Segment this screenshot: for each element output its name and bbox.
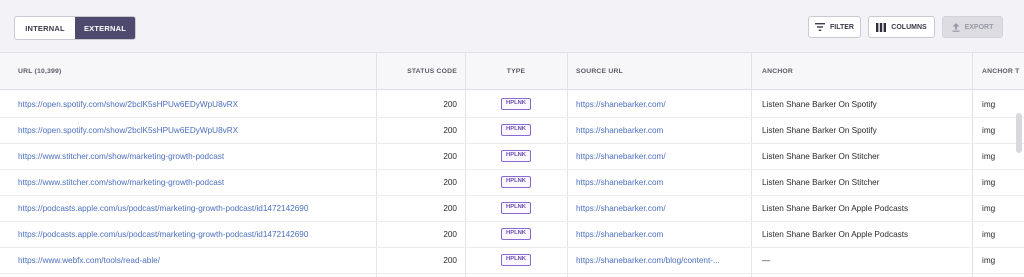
header-source-url[interactable]: SOURCE URL bbox=[567, 53, 751, 89]
anchor-type: img bbox=[982, 229, 996, 239]
columns-button[interactable]: COLUMNS bbox=[868, 16, 935, 38]
link-type-toggle: INTERNAL EXTERNAL bbox=[14, 16, 136, 40]
table-row[interactable]: https://podcasts.apple.com/us/podcast/ma… bbox=[0, 195, 1024, 222]
export-button[interactable]: EXPORT bbox=[942, 16, 1003, 38]
type-badge: HPLNK bbox=[501, 202, 531, 214]
source-url-link[interactable]: https://shanebarker.com bbox=[576, 126, 663, 135]
url-link[interactable]: https://open.spotify.com/show/2bclK5sHPU… bbox=[18, 100, 238, 109]
anchor-type: img bbox=[982, 151, 996, 161]
table-row[interactable]: https://open.spotify.com/show/2bclK5sHPU… bbox=[0, 91, 1024, 118]
vertical-scrollbar[interactable] bbox=[1016, 113, 1022, 153]
anchor-text: Listen Shane Barker On Spotify bbox=[762, 99, 877, 109]
anchor-type: img bbox=[982, 255, 996, 265]
type-badge: HPLNK bbox=[501, 124, 531, 136]
header-anchor-type[interactable]: ANCHOR T bbox=[972, 53, 1024, 89]
type-badge: HPLNK bbox=[501, 254, 531, 266]
url-link[interactable]: https://www.stitcher.com/show/marketing-… bbox=[18, 178, 224, 187]
source-url-link[interactable]: https://shanebarker.com/blog/content-... bbox=[576, 256, 720, 265]
status-code: 200 bbox=[443, 177, 457, 187]
header-status-code[interactable]: STATUS CODE bbox=[376, 53, 465, 89]
filter-label: FILTER bbox=[830, 23, 854, 31]
table-row[interactable]: https://www.webfx.com/tools/read-able/ 2… bbox=[0, 247, 1024, 274]
tab-external[interactable]: EXTERNAL bbox=[75, 17, 135, 39]
table-row[interactable]: https://www.stitcher.com/show/marketing-… bbox=[0, 143, 1024, 170]
type-badge: HPLNK bbox=[501, 150, 531, 162]
status-code: 200 bbox=[443, 125, 457, 135]
anchor-type: img bbox=[982, 99, 996, 109]
toolbar: INTERNAL EXTERNAL FILTER COLUMNS EXPORT bbox=[0, 0, 1024, 52]
source-url-link[interactable]: https://shanebarker.com bbox=[576, 230, 663, 239]
table-row[interactable]: https://open.spotify.com/show/2bclK5sHPU… bbox=[0, 117, 1024, 144]
anchor-text: Listen Shane Barker On Apple Podcasts bbox=[762, 229, 909, 239]
source-url-link[interactable]: https://shanebarker.com bbox=[576, 178, 663, 187]
type-badge: HPLNK bbox=[501, 176, 531, 188]
filter-button[interactable]: FILTER bbox=[808, 16, 861, 38]
header-anchor[interactable]: ANCHOR bbox=[751, 53, 972, 89]
header-type[interactable]: TYPE bbox=[465, 53, 567, 89]
url-link[interactable]: https://www.webfx.com/tools/read-able/ bbox=[18, 256, 160, 265]
status-code: 200 bbox=[443, 151, 457, 161]
anchor-type: img bbox=[982, 125, 996, 135]
source-url-link[interactable]: https://shanebarker.com/ bbox=[576, 204, 666, 213]
table-row[interactable]: https://podcasts.apple.com/us/podcast/ma… bbox=[0, 221, 1024, 248]
anchor-text: Listen Shane Barker On Spotify bbox=[762, 125, 877, 135]
status-code: 200 bbox=[443, 203, 457, 213]
export-label: EXPORT bbox=[964, 23, 994, 31]
columns-icon bbox=[876, 22, 887, 32]
status-code: 200 bbox=[443, 99, 457, 109]
anchor-text: Listen Shane Barker On Apple Podcasts bbox=[762, 203, 909, 213]
source-url-link[interactable]: https://shanebarker.com/ bbox=[576, 100, 666, 109]
anchor-type: img bbox=[982, 177, 996, 187]
anchor-text: Listen Shane Barker On Stitcher bbox=[762, 177, 880, 187]
tab-internal[interactable]: INTERNAL bbox=[15, 17, 75, 39]
anchor-text: Listen Shane Barker On Stitcher bbox=[762, 151, 880, 161]
source-url-link[interactable]: https://shanebarker.com/ bbox=[576, 152, 666, 161]
type-badge: HPLNK bbox=[501, 228, 531, 240]
url-link[interactable]: https://podcasts.apple.com/us/podcast/ma… bbox=[18, 230, 308, 239]
table-row[interactable]: https://www.stitcher.com/show/marketing-… bbox=[0, 169, 1024, 196]
anchor-type: img bbox=[982, 203, 996, 213]
table-header: URL (10,399) STATUS CODE TYPE SOURCE URL… bbox=[0, 53, 1024, 90]
export-icon bbox=[952, 22, 960, 32]
header-url[interactable]: URL (10,399) bbox=[0, 53, 376, 89]
anchor-text: — bbox=[762, 255, 771, 265]
status-code: 200 bbox=[443, 255, 457, 265]
filter-icon bbox=[815, 23, 825, 31]
columns-label: COLUMNS bbox=[891, 23, 927, 31]
status-code: 200 bbox=[443, 229, 457, 239]
links-table: URL (10,399) STATUS CODE TYPE SOURCE URL… bbox=[0, 52, 1024, 277]
type-badge: HPLNK bbox=[501, 98, 531, 110]
url-link[interactable]: https://www.stitcher.com/show/marketing-… bbox=[18, 152, 224, 161]
url-link[interactable]: https://open.spotify.com/show/2bclK5sHPU… bbox=[18, 126, 238, 135]
url-link[interactable]: https://podcasts.apple.com/us/podcast/ma… bbox=[18, 204, 308, 213]
